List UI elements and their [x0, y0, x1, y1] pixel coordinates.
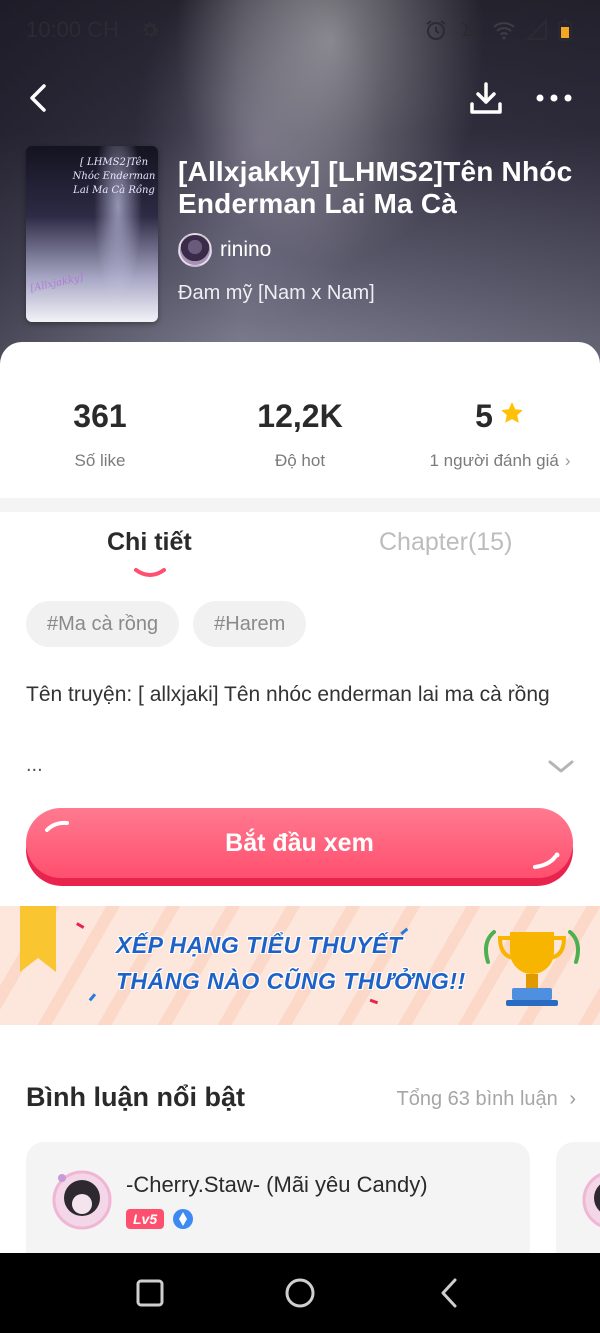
- book-cover: [ LHMS2]Tên Nhóc Enderman Lai Ma Cà Rồng…: [26, 146, 158, 322]
- chevron-right-icon: ›: [569, 1088, 576, 1110]
- commenter-name: -Cherry.Staw- (Mãi yêu Candy): [126, 1172, 428, 1197]
- status-time: 10:00 CH: [26, 17, 119, 42]
- chevron-right-icon: ›: [564, 451, 571, 470]
- trophy-icon: [484, 930, 580, 1006]
- commenter-badges: Lv5: [126, 1208, 194, 1230]
- mute-icon: [461, 21, 479, 39]
- comment-card[interactable]: [556, 1142, 600, 1253]
- banner-line-1: XẾP HẠNG TIỂU THUYẾT: [116, 932, 403, 958]
- ranking-banner[interactable]: XẾP HẠNG TIỂU THUYẾT THÁNG NÀO CŨNG THƯỞ…: [0, 906, 600, 1025]
- back-icon[interactable]: [22, 80, 58, 116]
- tab-chapters[interactable]: Chapter(15): [379, 528, 512, 557]
- wifi-icon: [493, 22, 515, 40]
- comments-total-link[interactable]: Tổng 63 bình luận ›: [397, 1088, 576, 1111]
- book-title: [Allxjakky] [LHMS2]Tên Nhóc Enderman Lai…: [178, 156, 573, 219]
- author-avatar: [178, 233, 212, 267]
- rating-stat[interactable]: 5 1 người đánh giá ›: [400, 398, 600, 471]
- alarm-icon: [426, 20, 446, 40]
- commenter-avatar: [582, 1173, 600, 1227]
- book-detail-panel: 361 Số like 12,2K Độ hot 5 1 người đánh …: [0, 342, 600, 1253]
- active-tab-indicator: [134, 568, 166, 577]
- recent-apps-icon[interactable]: [132, 1275, 168, 1311]
- comments-header: Bình luận nổi bật Tổng 63 bình luận ›: [26, 1082, 576, 1122]
- start-reading-button[interactable]: Bắt đầu xem: [26, 808, 573, 886]
- battery-icon: [558, 19, 572, 41]
- cover-title: [ LHMS2]Tên Nhóc Enderman Lai Ma Cà Rồng: [72, 157, 156, 196]
- likes-stat: 361 Số like: [0, 398, 200, 471]
- description-ellipsis: ...: [26, 754, 43, 776]
- section-divider: [0, 498, 600, 512]
- system-back-icon[interactable]: [432, 1275, 468, 1311]
- start-reading-label: Bắt đầu xem: [225, 829, 374, 857]
- book-header: 10:00 CH [ LHMS2]Tên Nhóc Enderman Lai M…: [0, 0, 600, 380]
- stats-row: 361 Số like 12,2K Độ hot 5 1 người đánh …: [0, 342, 600, 498]
- level-badge: Lv5: [126, 1209, 165, 1229]
- commenter-avatar: [52, 1170, 112, 1230]
- author-link[interactable]: rinino: [178, 233, 271, 267]
- banner-line-2: THÁNG NÀO CŨNG THƯỞNG!!: [116, 968, 466, 994]
- bookmark-ribbon-icon: [20, 906, 56, 972]
- status-icons: [424, 18, 572, 42]
- author-name: rinino: [220, 238, 272, 261]
- top-navigation: [0, 70, 600, 126]
- chevron-down-icon[interactable]: [546, 756, 576, 776]
- rating-label: 1 người đánh giá: [429, 451, 559, 470]
- confetti-decoration: [76, 922, 409, 1005]
- hot-stat: 12,2K Độ hot: [200, 398, 400, 471]
- diamond-badge-icon: [173, 1209, 194, 1229]
- tab-details[interactable]: Chi tiết: [107, 528, 192, 557]
- home-icon[interactable]: [282, 1275, 318, 1311]
- download-icon[interactable]: [466, 78, 506, 118]
- likes-count: 361: [73, 398, 127, 434]
- likes-label: Số like: [74, 451, 126, 470]
- star-icon: [501, 402, 523, 423]
- hot-label: Độ hot: [274, 451, 326, 470]
- rating-value: 5: [475, 398, 493, 434]
- status-bar: 10:00 CH: [0, 0, 600, 60]
- book-genre: Đam mỹ [Nam x Nam]: [178, 282, 375, 304]
- detail-tabs: Chi tiết Chapter(15): [0, 512, 600, 582]
- book-description: Tên truyện: [ allxjaki] Tên nhóc enderma…: [26, 683, 550, 706]
- tag-chip[interactable]: #Harem: [193, 601, 307, 647]
- hot-count: 12,2K: [257, 398, 343, 434]
- cover-signature: [Allxjakky]: [29, 272, 85, 295]
- comments-title: Bình luận nổi bật: [26, 1082, 245, 1112]
- comments-total-label: Tổng 63 bình luận: [396, 1088, 558, 1110]
- system-navigation-bar: [0, 1253, 600, 1333]
- signal-icon: [526, 19, 547, 40]
- more-options-icon[interactable]: [534, 80, 574, 116]
- comment-card[interactable]: -Cherry.Staw- (Mãi yêu Candy) Lv5: [26, 1142, 530, 1253]
- gear-icon: [143, 22, 159, 38]
- tag-list: #Ma cà rồng #Harem: [26, 601, 307, 647]
- tag-chip[interactable]: #Ma cà rồng: [26, 601, 180, 647]
